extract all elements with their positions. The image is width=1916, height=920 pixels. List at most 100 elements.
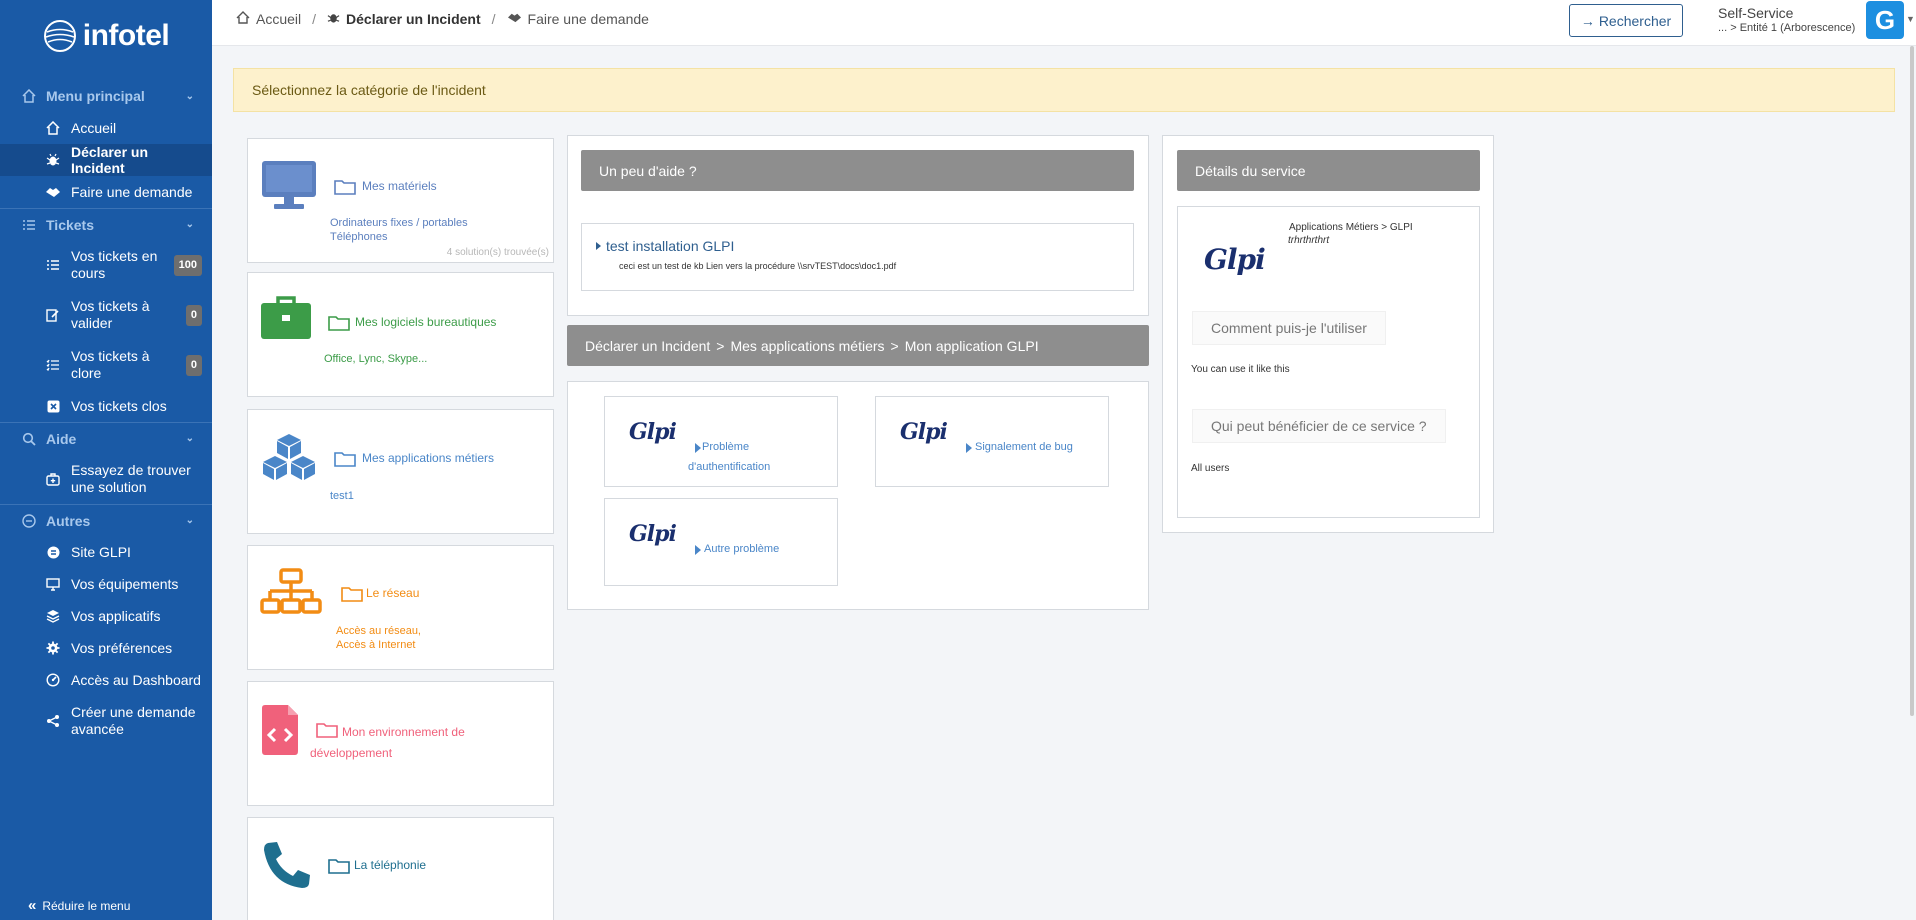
folder-icon xyxy=(328,858,350,874)
category-title: La téléphonie xyxy=(354,858,427,872)
sidebar-item-label: Vos tickets en cours xyxy=(71,248,158,281)
faq-question: Qui peut bénéficier de ce service ? xyxy=(1192,409,1446,443)
service-item-signalement-bug[interactable]: Glpi Signalement de bug xyxy=(875,396,1109,487)
category-card-telephonie[interactable]: La téléphonie xyxy=(247,817,554,920)
chevron-down-icon[interactable]: ▼ xyxy=(1906,14,1915,24)
sidebar-item-label: Vos préférences xyxy=(71,640,173,656)
caret-right-icon xyxy=(596,242,601,250)
category-title: Mes applications métiers xyxy=(362,451,495,465)
chevron-down-icon: ⌄ xyxy=(185,515,194,526)
faq-question: Comment puis-je l'utiliser xyxy=(1192,311,1386,345)
category-description: Accès à Internet xyxy=(336,639,416,651)
category-title: Mes logiciels bureautiques xyxy=(355,315,497,329)
path-item[interactable]: Déclarer un Incident xyxy=(585,338,710,354)
home-icon xyxy=(45,121,61,135)
top-bar: Accueil / Déclarer un Incident / Faire u… xyxy=(212,0,1916,46)
sidebar-item-demande-avancee[interactable]: Créer une demande avancée xyxy=(0,696,212,746)
section-label: Autres xyxy=(46,512,91,529)
breadcrumb-declare[interactable]: Déclarer un Incident xyxy=(346,11,481,27)
kb-article[interactable]: test installation GLPI ceci est un test … xyxy=(581,223,1134,291)
sidebar-item-site-glpi[interactable]: Site GLPI xyxy=(0,536,212,568)
category-description: Accès au réseau, xyxy=(336,625,421,637)
sidebar-item-label: Vos tickets clos xyxy=(71,398,167,414)
home-icon xyxy=(236,11,250,27)
sidebar-item-label: Créer une demande avancée xyxy=(71,704,196,737)
sidebar-item-tickets-clos[interactable]: Vos tickets clos xyxy=(0,390,212,422)
user-profile-info[interactable]: Self-Service ... > Entité 1 (Arborescenc… xyxy=(1718,5,1855,34)
profile-name: Self-Service xyxy=(1718,5,1794,21)
path-separator: > xyxy=(716,337,725,354)
search-button[interactable]: → Rechercher xyxy=(1569,4,1683,37)
sidebar-item-declarer-incident[interactable]: Déclarer un Incident xyxy=(0,144,212,176)
briefcase-icon xyxy=(260,295,312,344)
monitor-icon xyxy=(45,577,61,591)
glpi-logo-icon: Glpi xyxy=(629,521,677,547)
sidebar-item-tickets-a-valider[interactable]: Vos tickets à valider 0 xyxy=(0,290,212,340)
category-card-environnement[interactable]: Mon environnement de développement xyxy=(247,681,554,806)
category-description: Office, Lync, Skype... xyxy=(324,353,428,365)
gear-icon xyxy=(45,641,61,655)
alert-banner: Sélectionnez la catégorie de l'incident xyxy=(233,68,1895,112)
avatar-letter: G xyxy=(1874,4,1896,35)
sidebar-item-dashboard[interactable]: Accès au Dashboard xyxy=(0,664,212,696)
service-details-body: Glpi Applications Métiers > GLPI trhrthr… xyxy=(1177,206,1480,518)
breadcrumb-home[interactable]: Accueil xyxy=(256,11,301,27)
breadcrumb-request[interactable]: Faire une demande xyxy=(528,11,649,27)
handshake-icon xyxy=(507,11,522,27)
search-icon xyxy=(20,432,38,446)
section-label: Aide xyxy=(46,430,77,447)
reduce-menu-button[interactable]: « Réduire le menu xyxy=(28,897,130,914)
service-item-label: Signalement de bug xyxy=(975,441,1073,453)
search-button-label: Rechercher xyxy=(1598,12,1672,29)
sidebar-item-tickets-en-cours[interactable]: Vos tickets en cours 100 xyxy=(0,240,212,290)
home-icon xyxy=(20,89,38,103)
category-card-materiels[interactable]: Mes matériels Ordinateurs fixes / portab… xyxy=(247,138,554,263)
kb-article-title[interactable]: test installation GLPI xyxy=(606,238,734,254)
sidebar-item-faire-demande[interactable]: Faire une demande xyxy=(0,176,212,208)
phone-icon xyxy=(262,840,312,893)
alert-text: Sélectionnez la catégorie de l'incident xyxy=(252,82,486,98)
folder-icon xyxy=(334,179,356,195)
breadcrumb: Accueil / Déclarer un Incident / Faire u… xyxy=(236,11,649,27)
sidebar-item-tickets-a-clore[interactable]: Vos tickets à clore 0 xyxy=(0,340,212,390)
sidebar-item-applicatifs[interactable]: Vos applicatifs xyxy=(0,600,212,632)
service-item-label-line: Problème xyxy=(702,441,750,453)
cubes-icon xyxy=(260,432,318,485)
brand-logo[interactable]: infotel xyxy=(0,0,212,72)
service-item-autre-probleme[interactable]: Glpi Autre problème xyxy=(604,498,838,586)
faq-answer: All users xyxy=(1191,463,1230,474)
chevron-down-icon: ⌄ xyxy=(185,433,194,444)
sidebar-item-label: Faire une demande xyxy=(71,184,193,200)
kb-article-description: ceci est un test de kb Lien vers la proc… xyxy=(619,261,897,271)
close-square-icon xyxy=(45,400,61,413)
caret-right-icon xyxy=(695,545,701,555)
section-tickets[interactable]: Tickets ⌄ xyxy=(0,208,212,240)
solutions-count: 4 solution(s) trouvée(s) xyxy=(446,247,549,258)
path-item[interactable]: Mes applications métiers xyxy=(730,338,884,354)
section-label: Tickets xyxy=(46,216,94,233)
category-card-reseau[interactable]: Le réseau Accès au réseau, Accès à Inter… xyxy=(247,545,554,670)
list-icon xyxy=(20,219,38,231)
sidebar: infotel Menu principal ⌄ Accueil Déclare… xyxy=(0,0,212,920)
sidebar-item-preferences[interactable]: Vos préférences xyxy=(0,632,212,664)
glpi-logo-icon: Glpi xyxy=(1204,243,1266,276)
sidebar-item-equipements[interactable]: Vos équipements xyxy=(0,568,212,600)
sidebar-item-trouver-solution[interactable]: Essayez de trouver une solution xyxy=(0,454,212,504)
bug-icon xyxy=(327,11,340,27)
code-file-icon xyxy=(260,704,300,759)
help-header: Un peu d'aide ? xyxy=(581,150,1134,191)
first-aid-kit-icon xyxy=(45,472,61,486)
category-card-applications[interactable]: Mes applications métiers test1 xyxy=(247,409,554,534)
sidebar-item-accueil[interactable]: Accueil xyxy=(0,112,212,144)
sidebar-item-label: Vos équipements xyxy=(71,576,179,592)
service-item-probleme-authentification[interactable]: Glpi Problème d'authentification xyxy=(604,396,838,487)
service-item-label: Autre problème xyxy=(704,543,780,555)
section-autres[interactable]: Autres ⌄ xyxy=(0,504,212,536)
list-icon xyxy=(45,259,61,271)
count-badge: 0 xyxy=(185,354,202,376)
page-scrollbar[interactable] xyxy=(1910,46,1914,716)
section-menu-principal[interactable]: Menu principal ⌄ xyxy=(0,80,212,112)
section-aide[interactable]: Aide ⌄ xyxy=(0,422,212,454)
avatar[interactable]: G xyxy=(1866,1,1904,39)
category-card-logiciels[interactable]: Mes logiciels bureautiques Office, Lync,… xyxy=(247,272,554,397)
